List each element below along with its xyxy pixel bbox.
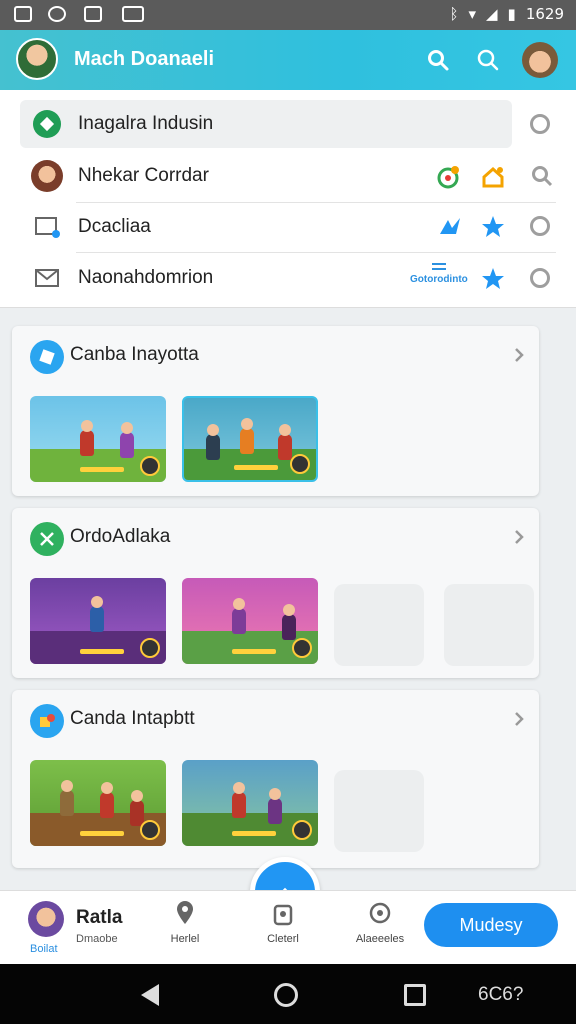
star-icon[interactable] (480, 214, 506, 240)
play-badge-icon (140, 456, 160, 476)
system-nav-text: 6C6? (478, 984, 524, 1005)
menu-link-label: Gotorodinto (410, 274, 468, 285)
list-item[interactable]: Inagalra Indusin (20, 100, 512, 148)
photo-icon (122, 6, 144, 22)
search-icon (428, 50, 449, 71)
list-item-label: Nhekar Corrdar (78, 165, 209, 186)
account-avatar[interactable] (522, 42, 558, 78)
nav-item-alaeeeles[interactable]: Alaeeeles (350, 899, 410, 945)
sync-icon (48, 6, 66, 22)
search-icon (477, 49, 499, 71)
placeholder-thumbnail (444, 584, 534, 666)
list-item-label: Naonahdomrion (78, 267, 214, 288)
play-badge-icon (140, 820, 160, 840)
window-icon (30, 210, 64, 244)
section-title: Canba Inayotta (70, 344, 199, 365)
green-cross-icon (30, 522, 64, 556)
nav-item-label: Alaeeeles (355, 933, 405, 945)
green-diamond-icon (30, 107, 64, 141)
section-title: Canda Intapbtt (70, 708, 195, 729)
primary-cta-button[interactable]: Mudesy (424, 903, 558, 947)
list-item[interactable]: Naonahdomrion (20, 254, 556, 302)
search-button[interactable] (422, 44, 454, 76)
battery-icon: ▮ (507, 5, 516, 23)
recents-icon[interactable] (404, 984, 426, 1006)
list-item[interactable]: Nhekar Corrdar (20, 152, 556, 200)
placeholder-thumbnail (334, 584, 424, 666)
divider (76, 252, 556, 253)
radio-button[interactable] (530, 114, 550, 134)
list-item-label: Inagalra Indusin (78, 113, 214, 134)
puzzle-icon (30, 704, 64, 738)
game-thumbnail[interactable] (182, 578, 318, 664)
app-title: Mach Doanaeli (74, 48, 215, 70)
star-icon[interactable] (480, 266, 506, 292)
chevron-right-icon[interactable] (513, 710, 525, 728)
user-tag: Boilat (30, 943, 58, 955)
game-thumbnail[interactable] (30, 578, 166, 664)
avatar-icon (30, 159, 64, 193)
signal-icon: ◢ (486, 5, 498, 23)
list-item[interactable]: Dcacliaa (20, 203, 556, 251)
system-nav-bar: 6C6? (0, 964, 576, 1024)
wifi-icon: ▾ (468, 5, 476, 23)
play-badge-icon (290, 454, 310, 474)
user-subtitle: Dmaobe (76, 933, 118, 945)
nav-item-label: Herlel (170, 933, 200, 945)
game-thumbnail[interactable] (182, 760, 318, 846)
status-bar: ᛒ ▾ ◢ ▮ 1629 (0, 0, 576, 30)
game-section[interactable]: Canba Inayotta (12, 326, 539, 496)
placeholder-thumbnail (334, 770, 424, 852)
status-time: 1629 (525, 5, 564, 23)
gallery-icon (14, 6, 32, 22)
play-badge-icon (292, 638, 312, 658)
target-icon[interactable] (436, 164, 462, 190)
search-icon[interactable] (530, 164, 554, 188)
menu-link[interactable]: Gotorodinto (410, 262, 468, 285)
app-bar: Mach Doanaeli (0, 30, 576, 90)
quick-list: Inagalra Indusin Nhekar Corrdar Dcacliaa… (0, 90, 576, 308)
status-right: ᛒ ▾ ◢ ▮ 1629 (449, 5, 564, 23)
section-title: OrdoAdlaka (70, 526, 171, 547)
radio-button[interactable] (530, 268, 550, 288)
bag-icon (269, 899, 297, 927)
game-thumbnail[interactable] (30, 396, 166, 482)
home-icon[interactable] (274, 983, 298, 1007)
game-thumbnail[interactable] (182, 396, 318, 482)
play-badge-icon (140, 638, 160, 658)
bottom-nav: Ratla Dmaobe Boilat Herlel Cleterl Alaee… (0, 890, 576, 964)
mail-icon (30, 261, 64, 295)
game-section[interactable]: Canda Intapbtt (12, 690, 539, 868)
sparkle-icon[interactable] (436, 214, 464, 240)
nav-item-herlel[interactable]: Herlel (162, 899, 208, 945)
location-icon (171, 899, 199, 927)
back-icon[interactable] (141, 984, 159, 1006)
menu-icon (431, 263, 446, 270)
home-icon[interactable] (480, 164, 506, 190)
app-icon (84, 6, 102, 22)
play-badge-icon (292, 820, 312, 840)
radio-button[interactable] (530, 216, 550, 236)
target-icon (366, 899, 394, 927)
profile-avatar[interactable] (16, 38, 58, 80)
search-alt-button[interactable] (472, 44, 504, 76)
user-name: Ratla (76, 907, 123, 928)
chevron-right-icon[interactable] (513, 346, 525, 364)
nav-item-label: Cleterl (267, 933, 299, 945)
blue-box-icon (30, 340, 64, 374)
game-section[interactable]: OrdoAdlaka (12, 508, 539, 678)
chevron-right-icon[interactable] (513, 528, 525, 546)
list-item-label: Dcacliaa (78, 216, 151, 237)
user-avatar[interactable] (28, 901, 64, 937)
bluetooth-icon: ᛒ (449, 5, 459, 23)
nav-item-cleterl[interactable]: Cleterl (258, 899, 308, 945)
game-thumbnail[interactable] (30, 760, 166, 846)
